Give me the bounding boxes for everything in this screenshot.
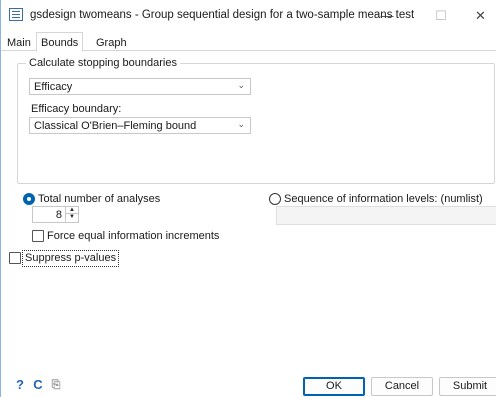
tab-main[interactable]: Main [3, 34, 35, 51]
stopping-boundaries-legend: Calculate stopping boundaries [26, 57, 180, 69]
cancel-button[interactable]: Cancel [371, 377, 433, 396]
help-icon[interactable]: ? [11, 376, 29, 394]
boundary-type-select[interactable]: Efficacy ⌄ [29, 78, 251, 95]
button-bar: ? C ⎘ OK Cancel Submit [1, 374, 496, 397]
total-analyses-label: Total number of analyses [38, 193, 161, 205]
reset-icon[interactable]: C [29, 376, 47, 394]
efficacy-boundary-value: Classical O'Brien–Fleming bound [34, 120, 197, 132]
tab-bounds[interactable]: Bounds [36, 32, 84, 52]
suppress-pvalues-checkbox[interactable] [9, 252, 21, 264]
minimize-button[interactable]: — [367, 0, 407, 31]
force-equal-checkbox[interactable] [32, 230, 44, 242]
total-analyses-spinner[interactable]: 8 ▲ ▼ [32, 206, 79, 223]
ok-button[interactable]: OK [303, 377, 365, 396]
title-bar: gsdesign twomeans - Group sequential des… [1, 0, 496, 31]
chevron-down-icon: ⌄ [237, 119, 245, 129]
tab-bar: Main Bounds Graph [1, 31, 496, 52]
submit-button[interactable]: Submit [439, 377, 496, 396]
tab-graph[interactable]: Graph [92, 34, 131, 51]
force-equal-label: Force equal information increments [47, 230, 220, 242]
efficacy-boundary-select[interactable]: Classical O'Brien–Fleming bound ⌄ [29, 117, 251, 134]
window-title: gsdesign twomeans - Group sequential des… [30, 9, 415, 21]
dialog-app-icon [9, 8, 23, 21]
sequence-info-label: Sequence of information levels: (numlist… [284, 193, 483, 205]
efficacy-boundary-label: Efficacy boundary: [31, 103, 122, 115]
chevron-down-icon: ⌄ [237, 80, 245, 90]
suppress-pvalues-label: Suppress p-values [25, 252, 117, 264]
dialog-window: gsdesign twomeans - Group sequential des… [0, 0, 496, 397]
spin-down-icon[interactable]: ▼ [66, 214, 78, 221]
spinner-buttons: ▲ ▼ [65, 207, 78, 222]
sequence-numlist-input[interactable] [276, 206, 496, 225]
sequence-info-radio[interactable] [269, 193, 281, 205]
spin-up-icon[interactable]: ▲ [66, 207, 78, 214]
total-analyses-radio[interactable] [23, 193, 35, 205]
close-button[interactable]: ✕ [464, 0, 496, 31]
boundary-type-value: Efficacy [34, 81, 73, 93]
suppress-pvalues-focus[interactable]: Suppress p-values [22, 250, 119, 267]
maximize-button[interactable]: ☐ [421, 0, 461, 31]
copy-icon[interactable]: ⎘ [47, 376, 65, 394]
total-analyses-value: 8 [55, 209, 62, 221]
